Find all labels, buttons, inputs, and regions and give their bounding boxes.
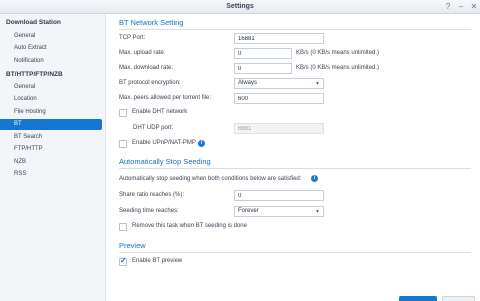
max-peers-input[interactable]	[234, 93, 324, 104]
section-title-auto-stop: Automatically Stop Seeding	[119, 157, 211, 166]
seeding-time-label: Seeding time reaches:	[119, 208, 179, 214]
settings-sidebar: Download Station General Auto Extract No…	[0, 14, 106, 301]
upload-rate-hint: KB/s (0 KB/s means unlimited.)	[296, 50, 380, 56]
sidebar-item-ftp-http[interactable]: FTP/HTTP	[0, 144, 102, 155]
section-title-preview: Preview	[119, 241, 146, 250]
remove-task-option[interactable]: Remove this task when BT seeding is done	[119, 223, 269, 232]
bt-preview-label: Enable BT preview	[132, 258, 183, 264]
upload-rate-input[interactable]	[234, 48, 292, 59]
checkmark-icon: ✓	[120, 256, 127, 265]
dht-udp-port-input[interactable]	[234, 123, 324, 134]
share-ratio-input[interactable]	[234, 190, 324, 201]
remove-task-checkbox[interactable]	[119, 223, 127, 231]
encryption-select-value: Always	[238, 80, 258, 86]
dht-network-option[interactable]: Enable DHT network	[119, 109, 239, 118]
sidebar-item-bt-search[interactable]: BT Search	[0, 132, 102, 143]
upnp-checkbox[interactable]	[119, 140, 127, 148]
upload-rate-label: Max. upload rate:	[119, 50, 166, 56]
sidebar-item-notification[interactable]: Notification	[0, 56, 102, 67]
minimize-icon[interactable]: –	[456, 2, 466, 12]
download-rate-label: Max. download rate:	[119, 65, 174, 71]
section-divider	[119, 29, 471, 30]
sidebar-item-bt[interactable]: BT	[0, 119, 102, 130]
sidebar-item-file-hosting[interactable]: File Hosting	[0, 107, 102, 118]
section-divider	[119, 168, 471, 169]
section-divider	[119, 252, 471, 253]
encryption-label: BT protocol encryption:	[119, 80, 181, 86]
sidebar-item-rss[interactable]: RSS	[0, 169, 102, 180]
tcp-port-label: TCP Port:	[119, 35, 146, 41]
bt-preview-checkbox[interactable]: ✓	[119, 256, 127, 266]
download-rate-hint: KB/s (0 KB/s means unlimited.)	[296, 65, 380, 71]
chevron-down-icon: ▼	[315, 81, 320, 87]
cancel-button[interactable]	[442, 296, 475, 301]
seeding-time-select[interactable]: Forever ▼	[234, 206, 324, 217]
info-icon[interactable]: i	[311, 175, 318, 182]
window-titlebar: Settings ? – ✕	[0, 0, 480, 14]
bt-preview-option[interactable]: ✓ Enable BT preview	[119, 256, 219, 267]
save-button[interactable]	[399, 296, 437, 301]
share-ratio-label: Share ratio reaches (%):	[119, 192, 185, 198]
window-title: Settings	[226, 3, 254, 10]
info-icon[interactable]: i	[198, 140, 205, 147]
help-icon[interactable]: ?	[443, 2, 453, 12]
encryption-select[interactable]: Always ▼	[234, 78, 324, 89]
dht-network-label: Enable DHT network	[132, 109, 188, 115]
sidebar-item-auto-extract[interactable]: Auto Extract	[0, 43, 102, 54]
auto-stop-description: Automatically stop seeding when both con…	[119, 176, 302, 182]
sidebar-group-download-station: Download Station	[6, 19, 61, 26]
dht-udp-port-label: DHT UDP port:	[133, 125, 174, 131]
max-peers-label: Max. peers allowed per torrent file:	[119, 95, 212, 101]
seeding-time-select-value: Forever	[238, 208, 259, 214]
dht-network-checkbox[interactable]	[119, 109, 127, 117]
sidebar-item-general[interactable]: General	[0, 31, 102, 42]
sidebar-item-location[interactable]: Location	[0, 94, 102, 105]
section-title-bt-network: BT Network Setting	[119, 18, 184, 27]
settings-content: BT Network Setting TCP Port: Max. upload…	[112, 14, 480, 301]
upnp-label: Enable UPnP/NAT-PMP	[132, 140, 196, 146]
chevron-down-icon: ▼	[315, 209, 320, 215]
close-icon[interactable]: ✕	[469, 2, 479, 12]
sidebar-group-bt-http-ftp-nzb: BT/HTTP/FTP/NZB	[6, 71, 63, 78]
tcp-port-input[interactable]	[234, 33, 324, 44]
remove-task-label: Remove this task when BT seeding is done	[132, 223, 247, 229]
sidebar-item-general-2[interactable]: General	[0, 82, 102, 93]
download-rate-input[interactable]	[234, 63, 292, 74]
sidebar-item-nzb[interactable]: NZB	[0, 157, 102, 168]
